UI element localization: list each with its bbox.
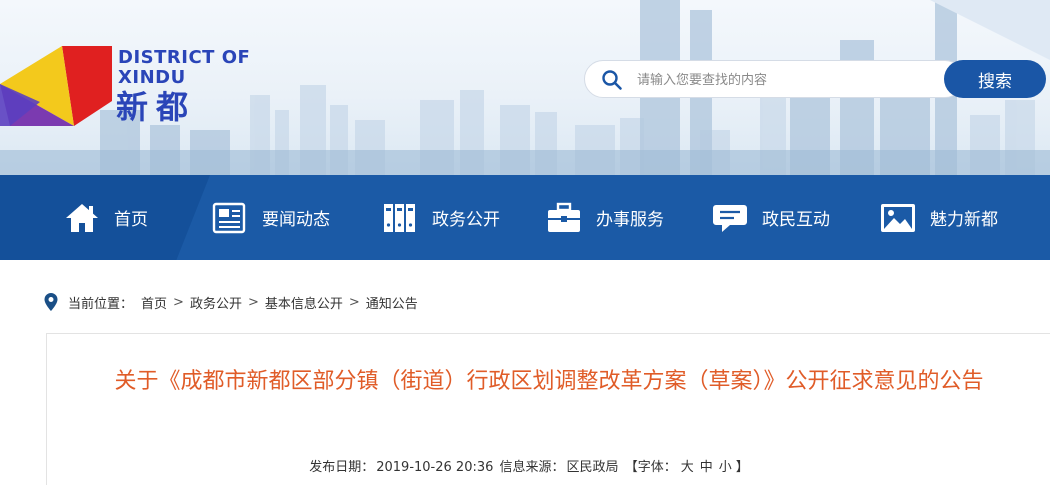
home-icon <box>64 202 100 234</box>
publish-date: 2019-10-26 20:36 <box>376 460 494 475</box>
logo-english-text: DISTRICT OF XINDU <box>118 48 250 88</box>
article-panel: 关于《成都市新都区部分镇（街道）行政区划调整改革方案（草案）》公开征求意见的公告… <box>46 333 1050 485</box>
breadcrumb-notices[interactable]: 通知公告 <box>366 293 418 312</box>
article-title: 关于《成都市新都区部分镇（街道）行政区划调整改革方案（草案）》公开征求意见的公告 <box>114 369 984 394</box>
breadcrumb-prefix: 当前位置： <box>68 296 134 312</box>
nav-item-home[interactable]: 首页 <box>64 175 148 260</box>
nav-label-charm-xindu: 魅力新都 <box>930 210 998 230</box>
font-size-close: 】 <box>735 460 749 475</box>
search-input[interactable] <box>637 69 957 91</box>
nav-item-news[interactable]: 要闻动态 <box>212 175 330 260</box>
picture-icon <box>880 202 916 234</box>
logo-mark-icon <box>0 46 112 126</box>
nav-item-services[interactable]: 办事服务 <box>546 175 664 260</box>
search-icon <box>602 70 622 90</box>
files-icon <box>382 202 418 234</box>
breadcrumb-separator: > <box>348 294 360 310</box>
font-size-medium-button[interactable]: 中 <box>700 460 713 475</box>
site-logo[interactable]: DISTRICT OF XINDU 新都 <box>0 40 260 130</box>
logo-english-line1: DISTRICT OF <box>118 47 251 68</box>
source-value: 区民政局 <box>566 460 619 475</box>
nav-label-services: 办事服务 <box>596 210 664 230</box>
breadcrumb-separator: > <box>247 294 259 310</box>
nav-label-home: 首页 <box>114 210 148 230</box>
article-meta: 发布日期： 2019-10-26 20:36 信息来源： 区民政局 【字体： 大中小】 <box>47 456 1011 475</box>
breadcrumb-separator: > <box>173 294 184 310</box>
chat-icon <box>712 202 748 234</box>
news-icon <box>212 202 248 234</box>
main-nav: 首页 要闻动态 政务公开 办事服务 政民互动 魅力新都 <box>0 175 1050 260</box>
source-label: 信息来源： <box>499 460 565 475</box>
breadcrumb-basic-info[interactable]: 基本信息公开 <box>265 293 343 312</box>
publish-date-label: 发布日期： <box>309 460 375 475</box>
nav-label-news: 要闻动态 <box>262 210 330 230</box>
nav-item-interaction[interactable]: 政民互动 <box>712 175 830 260</box>
logo-chinese-text: 新都 <box>116 88 197 126</box>
briefcase-icon <box>546 202 582 234</box>
nav-item-government-affairs[interactable]: 政务公开 <box>382 175 500 260</box>
search-button[interactable]: 搜索 <box>944 60 1046 98</box>
nav-item-charm-xindu[interactable]: 魅力新都 <box>880 175 998 260</box>
nav-label-government-affairs: 政务公开 <box>432 210 500 230</box>
location-pin-icon <box>44 293 58 311</box>
font-size-open: 【字体： <box>624 460 677 475</box>
breadcrumb-home[interactable]: 首页 <box>141 293 167 312</box>
font-size-small-button[interactable]: 小 <box>719 460 732 475</box>
logo-english-line2: XINDU <box>118 67 186 88</box>
search-bar: 搜索 <box>584 60 1046 98</box>
nav-label-interaction: 政民互动 <box>762 210 830 230</box>
font-size-large-button[interactable]: 大 <box>681 460 694 475</box>
search-box <box>584 60 964 98</box>
breadcrumb-government-affairs[interactable]: 政务公开 <box>190 293 242 312</box>
site-header: DISTRICT OF XINDU 新都 搜索 <box>0 0 1050 175</box>
breadcrumb: 当前位置： 首页 > 政务公开 > 基本信息公开 > 通知公告 <box>44 292 418 312</box>
